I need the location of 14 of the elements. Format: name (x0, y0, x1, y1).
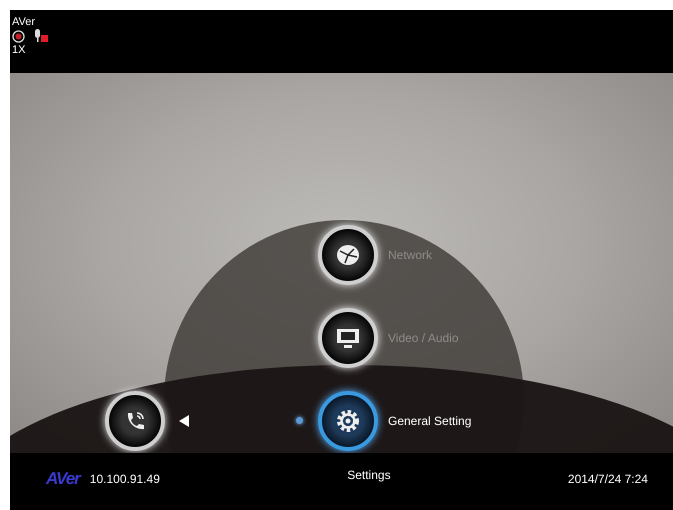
gear-icon (335, 408, 361, 434)
menu-item-label: General Setting (388, 414, 472, 428)
globe-icon (336, 244, 360, 266)
left-arrow-icon (179, 415, 189, 427)
device-name: AVer (12, 16, 36, 28)
monitor-icon (336, 327, 360, 349)
record-icon (12, 30, 25, 42)
page-title: Settings (346, 468, 392, 482)
menu-item-label: Network (388, 248, 432, 262)
brand-logo: AVer (46, 468, 80, 488)
date-time: 2014/7/24 7:24 (566, 472, 648, 486)
menu-item-label: Video / Audio (388, 331, 459, 345)
zoom-level: 1X (12, 44, 26, 56)
ip-address: 10.100.91.49 (90, 472, 161, 486)
